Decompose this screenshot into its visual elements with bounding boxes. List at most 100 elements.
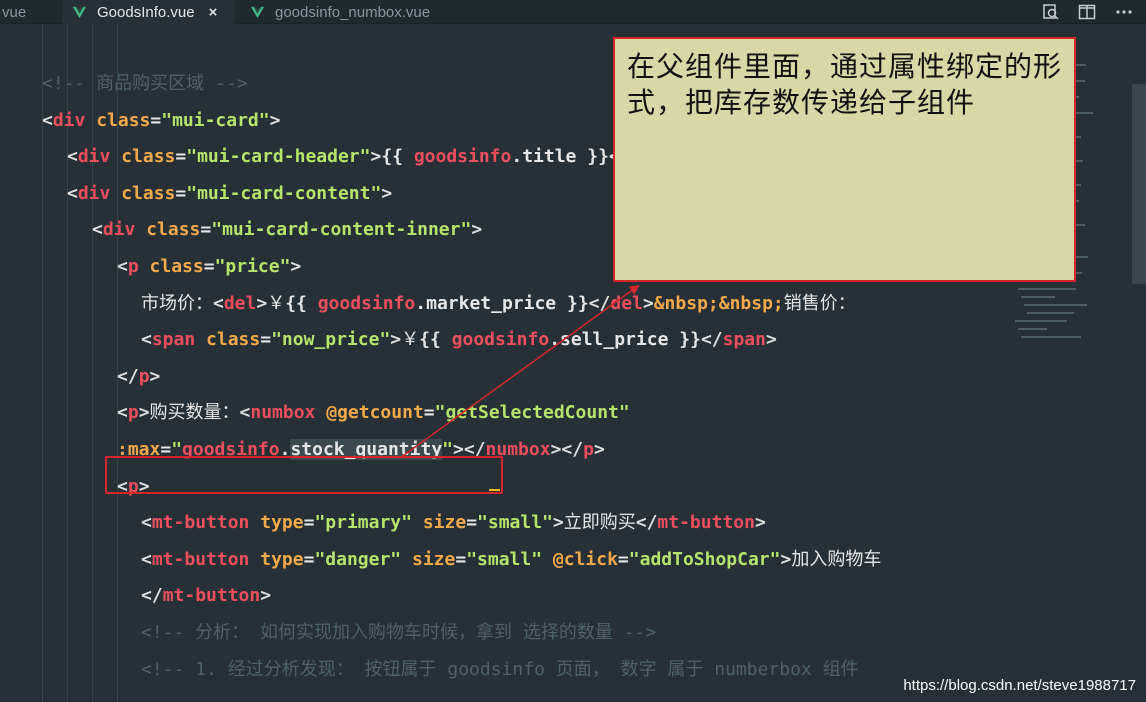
code-token: ￥: [267, 292, 286, 314]
code-token: size: [411, 548, 456, 570]
code-token: "small": [466, 548, 543, 570]
code-token: @getcount: [326, 402, 424, 424]
code-token: =: [203, 256, 215, 277]
code-line[interactable]: <p>购买数量：<numbox @getcount="getSelectedCo…: [117, 395, 630, 431]
search-icon[interactable]: [1042, 3, 1060, 21]
code-token: {{: [285, 292, 318, 314]
code-token: }}: [576, 146, 609, 168]
code-token: >: [471, 219, 483, 241]
code-token: goodsinfo: [413, 146, 512, 168]
code-token: mt-button: [162, 585, 261, 607]
code-token: class: [121, 182, 176, 204]
code-line[interactable]: <div class="mui-card">: [42, 103, 280, 139]
tab-label: GoodsInfo.vue: [97, 3, 195, 21]
code-token: "mui-card-content": [186, 182, 382, 204]
code-token: div: [52, 109, 86, 131]
close-icon[interactable]: ×: [209, 4, 218, 21]
code-token: "primary": [314, 512, 412, 534]
code-line[interactable]: </mt-button>: [141, 578, 271, 614]
tab-bar: vue GoodsInfo.vue × goodsinfo_numbox.vue: [0, 0, 1146, 24]
code-token: del: [610, 292, 643, 314]
highlight-box: [105, 456, 503, 494]
code-token: =: [303, 548, 315, 570]
code-token: >: [780, 548, 792, 570]
code-token: =: [617, 548, 629, 570]
code-line[interactable]: </p>: [117, 359, 160, 395]
code-token: mt-button: [151, 512, 250, 534]
minimap-line: [1027, 312, 1074, 314]
code-token: >: [256, 292, 268, 314]
code-token: =: [175, 146, 187, 168]
code-token: >: [138, 402, 150, 424]
code-line[interactable]: <!-- 商品购买区域 -->: [42, 66, 248, 102]
more-actions-icon[interactable]: [1114, 3, 1134, 21]
tab-goodsinfo-numbox[interactable]: goodsinfo_numbox.vue: [240, 0, 440, 24]
code-token: 立即购买: [563, 512, 636, 534]
code-token: >: [260, 585, 272, 607]
minimap-line: [1024, 304, 1087, 306]
code-token: </: [141, 585, 163, 607]
code-token: =: [200, 219, 212, 241]
code-token: <: [67, 146, 78, 168]
code-token: type: [260, 512, 304, 534]
code-editor[interactable]: vue GoodsInfo.vue × goodsinfo_numbox.vue: [0, 0, 1146, 702]
tab-goodsinfo[interactable]: GoodsInfo.vue ×: [62, 0, 235, 24]
code-token: type: [260, 548, 304, 570]
code-token: span: [722, 329, 766, 351]
code-token: }}: [556, 292, 589, 314]
code-token: mt-button: [657, 512, 755, 534]
minimap-line: [1018, 328, 1047, 330]
minimap-line: [1021, 296, 1055, 298]
code-token: class: [146, 219, 201, 241]
code-token: >: [269, 109, 281, 131]
code-token: class: [149, 256, 204, 277]
code-line[interactable]: <mt-button type="danger" size="small" @c…: [141, 542, 881, 578]
code-line[interactable]: <div class="mui-card-header">{{ goodsinf…: [67, 139, 674, 175]
code-line[interactable]: 市场价：<del>￥{{ goodsinfo.market_price }}</…: [141, 286, 856, 322]
code-token: del: [223, 292, 257, 314]
code-token: <!-- 1. 经过分析发现： 按钮属于 goodsinfo 页面， 数字 属于…: [141, 658, 859, 680]
code-token: size: [422, 512, 467, 534]
scrollbar-thumb[interactable]: [1132, 84, 1146, 284]
code-line[interactable]: <div class="mui-card-content">: [67, 176, 392, 212]
code-token: "danger": [314, 548, 402, 570]
code-line[interactable]: <span class="now_price">￥{{ goodsinfo.se…: [141, 322, 777, 358]
minimap-line: [1018, 288, 1076, 290]
code-token: <: [141, 548, 152, 570]
code-token: "price": [214, 256, 291, 277]
code-token: {{: [419, 329, 452, 351]
tab-partial-vue[interactable]: vue: [0, 0, 36, 24]
code-token: >: [593, 439, 605, 460]
code-token: "getSelectedCount": [434, 402, 630, 424]
code-token: div: [102, 219, 136, 241]
code-line[interactable]: <p class="price">: [117, 249, 301, 285]
code-token: &nbsp;: [653, 292, 719, 314]
code-token: "now_price": [271, 329, 391, 351]
code-token: div: [77, 182, 111, 204]
code-token: p: [138, 365, 150, 387]
code-line[interactable]: <mt-button type="primary" size="small">立…: [141, 505, 766, 541]
watermark: https://blog.csdn.net/steve1988717: [903, 677, 1136, 694]
split-editor-icon[interactable]: [1078, 3, 1096, 21]
code-token: .market_price: [415, 292, 557, 314]
code-token: 购买数量：: [149, 402, 240, 424]
vertical-scrollbar[interactable]: [1132, 24, 1146, 702]
code-token: p: [583, 439, 594, 460]
code-line[interactable]: <!-- 分析： 如何实现加入购物车时候，拿到 选择的数量 -->: [141, 615, 656, 651]
code-token: <: [213, 292, 224, 314]
code-token: goodsinfo: [317, 292, 416, 314]
code-token: <: [42, 109, 53, 131]
code-token: <: [92, 219, 103, 241]
code-token: >: [390, 329, 402, 351]
code-token: class: [96, 109, 151, 131]
code-line[interactable]: <div class="mui-card-content-inner">: [92, 212, 482, 248]
code-token: {{: [381, 146, 414, 168]
vue-logo-icon: [72, 6, 87, 18]
code-line[interactable]: <!-- 1. 经过分析发现： 按钮属于 goodsinfo 页面， 数字 属于…: [141, 652, 859, 688]
